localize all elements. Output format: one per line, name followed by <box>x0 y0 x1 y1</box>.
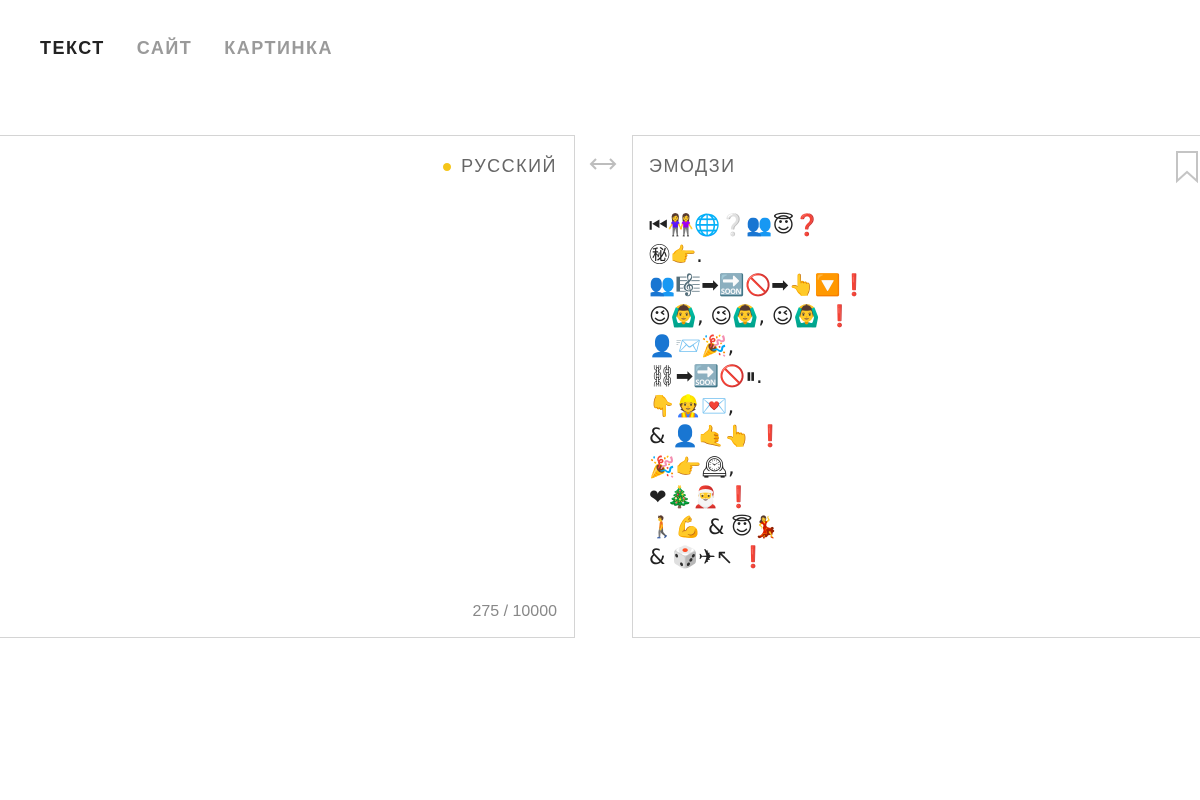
target-panel: ЭМОДЗИ ⏮👭🌐❔👥😇❓ ㊙👉. 👥🎼➡🔜🚫➡👆🔽❗ 😉🙆‍♂️, 😉🙆‍♂️, … <box>632 135 1200 638</box>
translation-line: 👥🎼➡🔜🚫➡👆🔽❗ <box>649 273 868 298</box>
translation-line: ㊙👉. <box>649 243 703 268</box>
translation-line: 👇👷💌, <box>649 394 735 419</box>
bookmark-icon <box>1176 151 1198 184</box>
translation-line: 😉🙆‍♂️, 😉🙆‍♂️, 😉🙆‍♂️ ❗ <box>649 303 853 328</box>
translation-output: ⏮👭🌐❔👥😇❓ ㊙👉. 👥🎼➡🔜🚫➡👆🔽❗ 😉🙆‍♂️, 😉🙆‍♂️, 😉🙆‍♂️ ❗… <box>649 210 1189 572</box>
mode-tabs: ТЕКСТ САЙТ КАРТИНКА <box>40 38 333 59</box>
language-dot-icon <box>443 162 452 171</box>
tab-text[interactable]: ТЕКСТ <box>40 38 105 59</box>
swap-languages-button[interactable] <box>587 152 619 176</box>
translation-line: & 👤🤙👆 ❗ <box>649 424 784 449</box>
translation-line: 🎉👉🕰, <box>649 454 735 479</box>
source-language-selector[interactable]: РУССКИЙ <box>443 156 557 177</box>
tab-site[interactable]: САЙТ <box>137 38 192 59</box>
bookmark-button[interactable] <box>1173 150 1200 184</box>
source-language-label: РУССКИЙ <box>461 156 557 176</box>
tab-image[interactable]: КАРТИНКА <box>224 38 333 59</box>
translation-line: 👤📨🎉, <box>649 333 735 358</box>
translation-line: ⛓➡🔜🚫⏸. <box>649 363 763 388</box>
translation-line: & 🎲✈↖ ❗ <box>649 545 767 570</box>
target-language-label: ЭМОДЗИ <box>649 156 736 176</box>
source-panel[interactable]: РУССКИЙ 275 / 10000 <box>0 135 575 638</box>
char-counter: 275 / 10000 <box>472 603 557 620</box>
translation-line: ❤🎄🎅 ❗ <box>649 484 752 509</box>
translation-line: 🚶💪 & 😇💃 <box>649 514 780 539</box>
swap-arrows-icon <box>589 158 617 170</box>
translation-line: ⏮👭🌐❔👥😇❓ <box>649 213 821 237</box>
